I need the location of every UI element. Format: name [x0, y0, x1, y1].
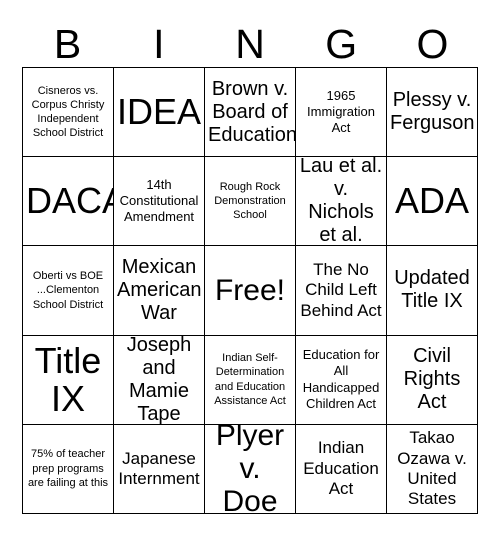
bingo-header-letter-i: I	[153, 21, 165, 67]
bingo-cell-label: Plessy v. Ferguson	[390, 89, 475, 135]
bingo-cell-label: ADA	[394, 180, 470, 222]
bingo-cell[interactable]: Plessy v. Ferguson	[387, 68, 478, 158]
bingo-cell[interactable]: Brown v. Board of Education	[205, 68, 296, 158]
bingo-header: BINGO	[22, 22, 478, 67]
bingo-cell[interactable]: The No Child Left Behind Act	[296, 246, 387, 336]
bingo-cell[interactable]: Rough Rock Demonstration School	[205, 157, 296, 247]
bingo-cell-label: 75% of teacher prep programs are failing…	[27, 448, 109, 490]
bingo-header-letter-n: N	[235, 21, 265, 67]
bingo-cell-label: Rough Rock Demonstration School	[214, 180, 286, 222]
bingo-cell-label: Title IX	[34, 339, 102, 419]
bingo-cell-label: Brown v. Board of Education	[208, 77, 296, 146]
bingo-cell[interactable]: Cisneros vs. Corpus Christy Independent …	[23, 68, 114, 158]
bingo-cell-label: Mexican American War	[117, 255, 202, 324]
bingo-cell[interactable]: 1965 Immigration Act	[296, 68, 387, 158]
bingo-cell-label: Civil Rights Act	[403, 345, 461, 414]
bingo-cell[interactable]: Updated Title IX	[387, 246, 478, 336]
bingo-cell-label: Indian Education Act	[303, 438, 379, 499]
bingo-cell-label: Free!	[214, 273, 286, 307]
bingo-cell-label: Japanese Internment	[118, 448, 200, 488]
bingo-cell[interactable]: Title IX	[23, 335, 114, 425]
bingo-cell-label: DACA	[26, 180, 113, 222]
bingo-cell-label: Updated Title IX	[394, 267, 470, 313]
bingo-grid: Cisneros vs. Corpus Christy Independent …	[22, 67, 478, 514]
bingo-cell[interactable]: Education for All Handicapped Children A…	[296, 335, 387, 425]
bingo-header-letter-o: O	[416, 21, 449, 67]
bingo-cell-label: Indian Self-Determination and Education …	[214, 352, 286, 407]
bingo-cell-label: Oberti vs BOE ...Clementon School Distri…	[32, 270, 104, 311]
bingo-cell[interactable]: Lau et al. v. Nichols et al.	[296, 157, 387, 247]
bingo-header-letter-g: G	[325, 21, 358, 67]
bingo-cell-label: 14th Constitutional Amendment	[119, 176, 199, 225]
bingo-cell-label: Education for All Handicapped Children A…	[302, 347, 380, 411]
bingo-cell-label: IDEA	[117, 91, 202, 133]
bingo-cell[interactable]: Takao Ozawa v. United States	[387, 424, 478, 514]
bingo-cell[interactable]: IDEA	[114, 68, 205, 158]
bingo-cell[interactable]: 14th Constitutional Amendment	[114, 157, 205, 247]
bingo-cell[interactable]: DACA	[23, 157, 114, 247]
bingo-cell-label: Takao Ozawa v. United States	[397, 428, 467, 509]
bingo-cell[interactable]: Indian Education Act	[296, 424, 387, 514]
bingo-cell-label: Lau et al. v. Nichols et al.	[299, 157, 383, 247]
bingo-cell[interactable]: Plyer v. Doe	[205, 424, 296, 514]
bingo-free-space[interactable]: Free!	[205, 246, 296, 336]
bingo-cell-label: Plyer v. Doe	[215, 424, 285, 514]
bingo-cell[interactable]: Oberti vs BOE ...Clementon School Distri…	[23, 246, 114, 336]
bingo-card: B I N G O Cisneros vs. Corpus Christy Indepe…	[0, 0, 500, 544]
bingo-cell-label: 1965 Immigration Act	[307, 87, 375, 136]
bingo-header-letter-b: B	[53, 21, 82, 67]
bingo-cell[interactable]: Mexican American War	[114, 246, 205, 336]
bingo-cell-label: Joseph and Mamie Tape	[126, 335, 192, 425]
bingo-cell[interactable]: Joseph and Mamie Tape	[114, 335, 205, 425]
bingo-cell[interactable]: Civil Rights Act	[387, 335, 478, 425]
bingo-cell-label: Cisneros vs. Corpus Christy Independent …	[31, 84, 105, 140]
bingo-cell[interactable]: Indian Self-Determination and Education …	[205, 335, 296, 425]
bingo-cell[interactable]: ADA	[387, 157, 478, 247]
bingo-cell-label: The No Child Left Behind Act	[300, 259, 382, 320]
bingo-cell[interactable]: 75% of teacher prep programs are failing…	[23, 424, 114, 514]
bingo-cell[interactable]: Japanese Internment	[114, 424, 205, 514]
